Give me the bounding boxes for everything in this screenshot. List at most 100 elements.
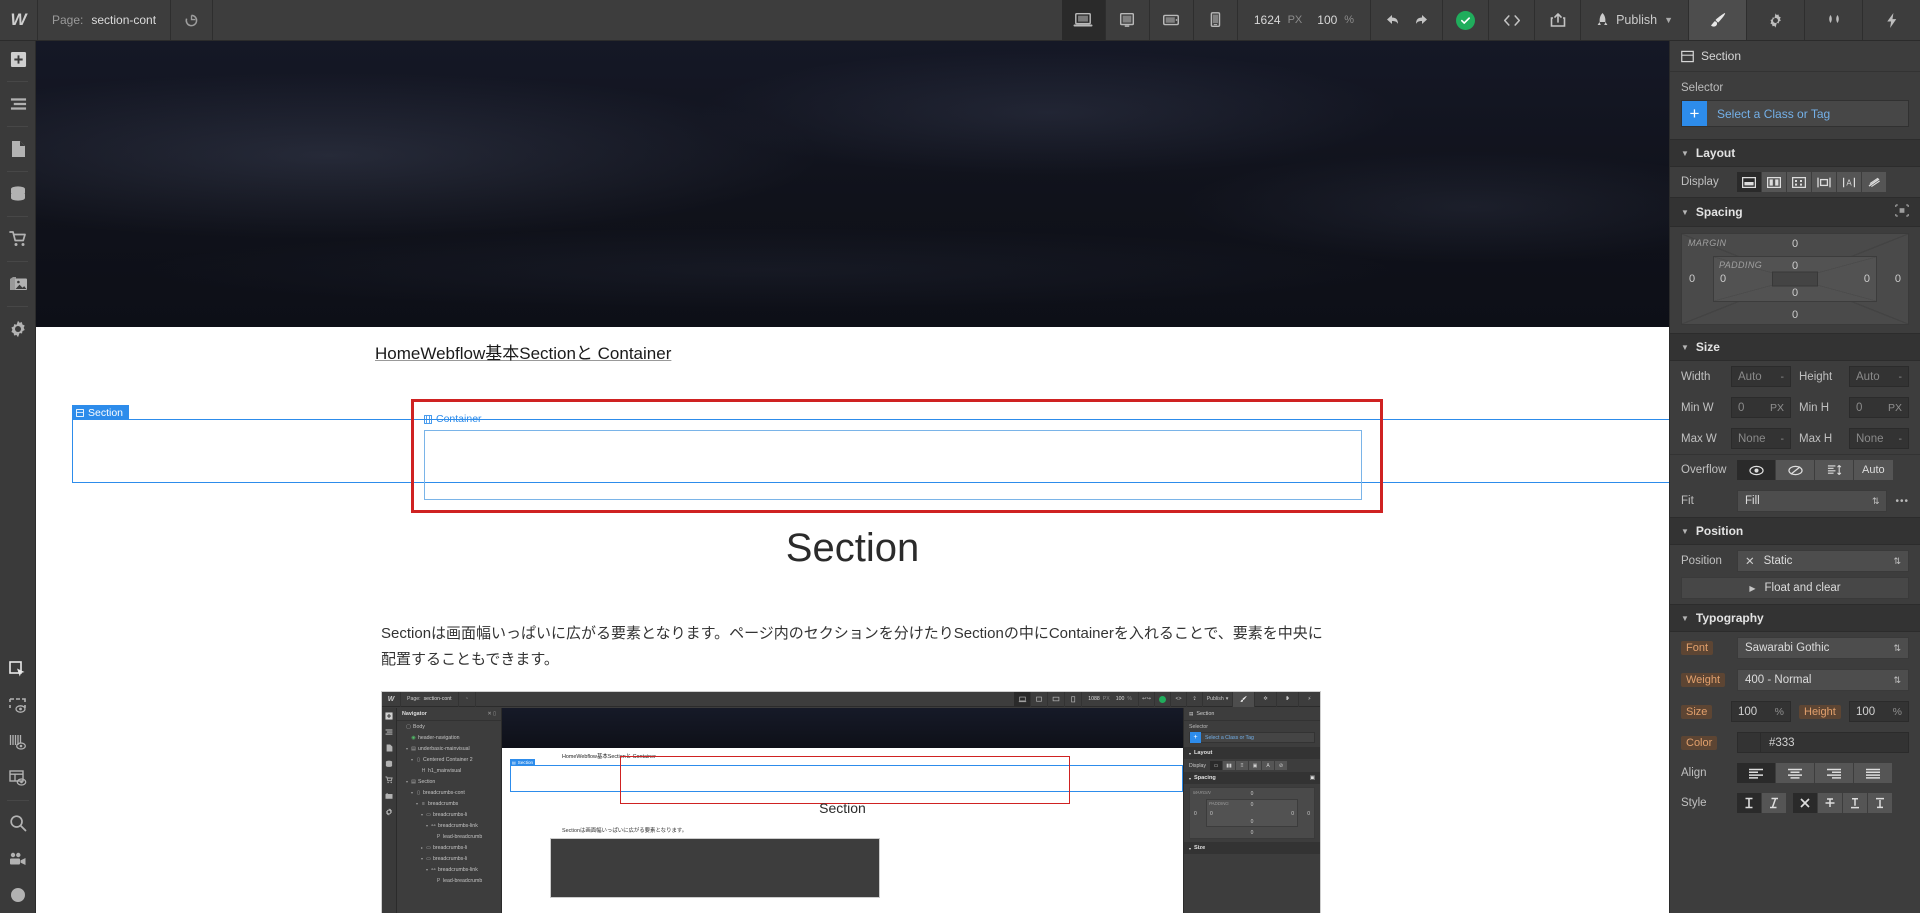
style-normal-button[interactable] (1737, 793, 1761, 813)
sidebar-item-select-tool[interactable] (0, 652, 36, 688)
page-icon (11, 141, 25, 157)
embedded-share-icon: ⇪ (1186, 692, 1202, 707)
decoration-overline-button[interactable] (1868, 793, 1892, 813)
min-width-input[interactable]: 0 PX (1731, 397, 1791, 418)
container-badge[interactable]: Container (424, 413, 482, 425)
style-italic-button[interactable] (1762, 793, 1786, 813)
tab-interactions-panel[interactable] (1804, 0, 1862, 40)
line-height-input[interactable]: 100 % (1849, 701, 1909, 722)
height-input[interactable]: Auto - (1849, 366, 1909, 387)
breakpoint-mobile-portrait[interactable] (1194, 0, 1238, 40)
publish-button[interactable]: Publish ▼ (1580, 0, 1688, 40)
undo-redo-group[interactable] (1370, 0, 1442, 40)
section-badge[interactable]: Section (72, 405, 130, 420)
font-size-input[interactable]: 100 % (1731, 701, 1791, 722)
align-right-button[interactable] (1815, 763, 1853, 783)
tab-style-panel[interactable] (1688, 0, 1746, 40)
padding-right-value[interactable]: 0 (1864, 273, 1870, 285)
sidebar-item-guides-toggle[interactable] (0, 724, 36, 760)
sidebar-item-navigator[interactable] (0, 86, 36, 122)
spacing-lock-icon[interactable] (1895, 204, 1909, 220)
hero-mainvisual[interactable] (36, 41, 1669, 327)
min-height-input[interactable]: 0 PX (1849, 397, 1909, 418)
webflow-logo[interactable]: W (0, 0, 38, 40)
section-header-size[interactable]: ▼ Size (1670, 333, 1920, 361)
display-none-button[interactable] (1862, 172, 1886, 192)
margin-top-value[interactable]: 0 (1792, 238, 1798, 250)
share-export-icon[interactable] (1534, 0, 1580, 40)
style-label: Style (1681, 797, 1707, 809)
overflow-auto-button[interactable]: Auto (1854, 460, 1893, 480)
sidebar-item-cms[interactable] (0, 176, 36, 212)
max-width-input[interactable]: None - (1731, 428, 1791, 449)
overflow-scroll-button[interactable] (1815, 460, 1853, 480)
add-class-plus-icon[interactable]: + (1682, 101, 1707, 126)
font-size-value: 100 (1738, 705, 1758, 718)
padding-left-value[interactable]: 0 (1720, 273, 1726, 285)
display-flex-button[interactable] (1762, 172, 1786, 192)
overflow-hidden-button[interactable] (1776, 460, 1814, 480)
rail-divider (7, 261, 28, 262)
color-swatch[interactable] (1738, 733, 1761, 752)
zoom-controls[interactable]: 1624 PX 100 % (1238, 0, 1370, 40)
width-input[interactable]: Auto - (1731, 366, 1791, 387)
sidebar-item-ecommerce[interactable] (0, 221, 36, 257)
decoration-none-button[interactable] (1793, 793, 1817, 813)
sidebar-item-pages[interactable] (0, 131, 36, 167)
padding-top-value[interactable]: 0 (1792, 260, 1798, 272)
section-header-spacing[interactable]: ▼ Spacing (1670, 197, 1920, 227)
fit-select[interactable]: Fill ⇅ (1737, 490, 1888, 512)
class-selector-input[interactable]: + Select a Class or Tag (1681, 100, 1909, 127)
color-value[interactable]: #333 (1761, 733, 1908, 752)
selector-placeholder-text: Select a Class or Tag (1717, 106, 1831, 121)
margin-left-value[interactable]: 0 (1689, 273, 1695, 285)
height-unit: - (1898, 370, 1903, 383)
overflow-visible-button[interactable] (1737, 460, 1775, 480)
breakpoint-tablet[interactable] (1106, 0, 1150, 40)
breakpoint-desktop[interactable] (1061, 0, 1106, 40)
display-grid-button[interactable] (1787, 172, 1811, 192)
float-and-clear-toggle[interactable]: ▶ Float and clear (1681, 577, 1909, 599)
margin-right-value[interactable]: 0 (1895, 273, 1901, 285)
display-block-button[interactable] (1737, 172, 1761, 192)
breadcrumb[interactable]: HomeWebflow基本Sectionと Container (375, 339, 671, 364)
section-header-layout[interactable]: ▼ Layout (1670, 139, 1920, 167)
decoration-underline-button[interactable] (1843, 793, 1867, 813)
section-header-position[interactable]: ▼ Position (1670, 517, 1920, 545)
padding-bottom-value[interactable]: 0 (1792, 287, 1798, 299)
tab-effects-panel[interactable] (1862, 0, 1920, 40)
breakpoint-mobile-landscape[interactable] (1150, 0, 1194, 40)
min-height-label: Min H (1799, 401, 1830, 414)
sidebar-item-add-elements[interactable] (0, 41, 36, 77)
sidebar-item-edit-mode[interactable] (0, 688, 36, 724)
align-center-button[interactable] (1776, 763, 1814, 783)
position-select[interactable]: ✕ Static ⇅ (1737, 550, 1909, 572)
decoration-strikethrough-button[interactable] (1818, 793, 1842, 813)
sidebar-item-project-settings[interactable] (0, 311, 36, 347)
display-inline-button[interactable]: A (1837, 172, 1861, 192)
embedded-page-label: Page: (407, 696, 421, 702)
page-selector[interactable]: Page: section-cont (38, 0, 172, 40)
tab-settings-panel[interactable] (1746, 0, 1804, 40)
align-left-button[interactable] (1737, 763, 1775, 783)
sidebar-item-help[interactable] (0, 877, 36, 913)
font-select[interactable]: Sawarabi Gothic ⇅ (1737, 637, 1909, 659)
section-header-typography[interactable]: ▼ Typography (1670, 604, 1920, 632)
sidebar-item-assets[interactable] (0, 266, 36, 302)
align-justify-button[interactable] (1854, 763, 1892, 783)
weight-select[interactable]: 400 - Normal ⇅ (1737, 669, 1909, 691)
fit-more-options[interactable]: ••• (1895, 496, 1909, 507)
code-brackets-icon[interactable] (1488, 0, 1534, 40)
max-height-input[interactable]: None - (1849, 428, 1909, 449)
sidebar-item-layout-preview[interactable] (0, 760, 36, 796)
x-icon[interactable]: ✕ (1745, 554, 1755, 568)
margin-bottom-value[interactable]: 0 (1792, 309, 1798, 321)
spacing-widget[interactable]: MARGIN PADDING 0 0 0 0 0 0 0 0 (1681, 233, 1909, 325)
refresh-icon[interactable] (171, 0, 214, 40)
sidebar-item-video-tutorials[interactable] (0, 841, 36, 877)
display-inline-block-button[interactable] (1812, 172, 1836, 192)
embedded-breakpoint-mobile-portrait (1065, 692, 1083, 707)
sidebar-item-search[interactable] (0, 805, 36, 841)
save-status-indicator[interactable] (1442, 0, 1488, 40)
design-canvas[interactable]: HomeWebflow基本Sectionと Container Section … (36, 41, 1669, 913)
